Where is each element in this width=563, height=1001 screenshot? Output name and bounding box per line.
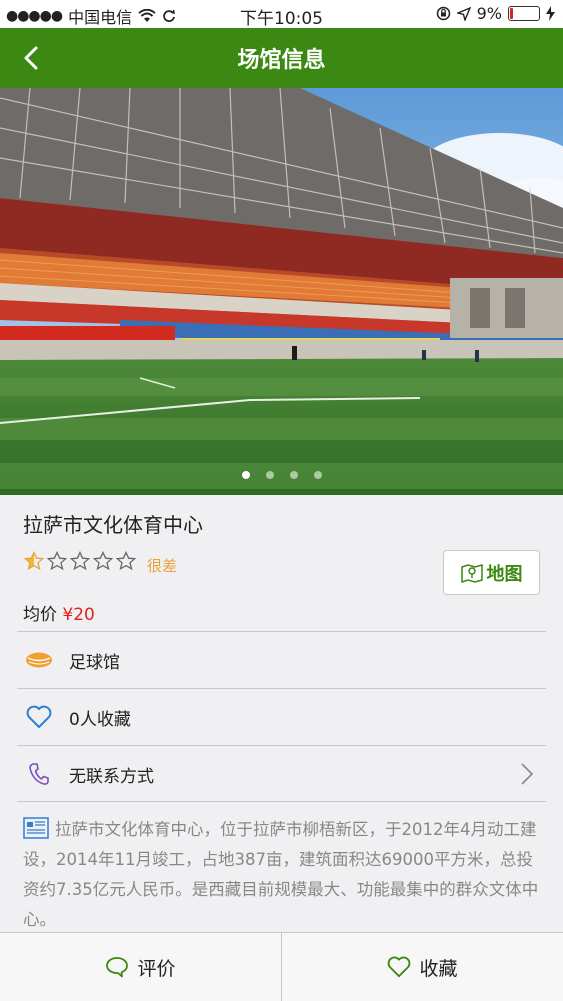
location-icon	[456, 6, 471, 21]
divider	[17, 801, 546, 802]
bottom-action-bar: 评价 收藏	[0, 932, 563, 1001]
star-empty-icon	[47, 551, 67, 571]
favorite-label: 收藏	[419, 957, 458, 980]
page-title: 场馆信息	[237, 48, 326, 73]
carousel-pager[interactable]	[0, 471, 563, 479]
map-button-label: 地图	[486, 563, 523, 585]
contact-row[interactable]: 无联系方式	[17, 745, 546, 802]
stadium-photo	[0, 88, 563, 495]
average-price: 均价 ¥20	[23, 600, 95, 625]
price-value: ¥20	[62, 605, 95, 625]
pager-dot[interactable]	[265, 471, 274, 479]
star-empty-icon	[116, 551, 136, 571]
favorite-button[interactable]: 收藏	[282, 933, 563, 1001]
star-empty-icon	[70, 551, 90, 571]
chevron-right-icon	[521, 763, 534, 785]
review-button[interactable]: 评价	[0, 933, 281, 1001]
nav-header: 场馆信息	[0, 28, 563, 88]
pager-dot[interactable]	[289, 471, 298, 479]
star-half-icon	[24, 551, 44, 571]
map-button[interactable]: 地图	[443, 550, 540, 595]
venue-type-row: 足球馆	[17, 631, 546, 688]
star-empty-icon	[93, 551, 113, 571]
rotation-lock-icon	[436, 6, 450, 21]
status-bar: ●●●●● 中国电信 下午10:05 9%	[0, 0, 563, 29]
battery-percent: 9%	[476, 4, 502, 23]
star-rating	[24, 551, 136, 571]
comment-icon	[106, 957, 129, 978]
favorites-count: 0人收藏	[69, 709, 131, 730]
pager-dot[interactable]	[313, 471, 322, 479]
venue-name: 拉萨市文化体育中心	[23, 513, 203, 537]
venue-info: 拉萨市文化体育中心 很差 地图 均价 ¥20 足球馆 0人收藏 无联系方式 拉萨…	[0, 495, 563, 932]
review-label: 评价	[137, 957, 176, 980]
phone-icon	[29, 763, 49, 785]
pager-dot[interactable]	[241, 471, 250, 479]
football-icon	[26, 652, 52, 668]
venue-photo-carousel[interactable]	[0, 88, 563, 495]
charging-icon	[546, 6, 555, 21]
document-icon	[23, 817, 49, 839]
description-text: 拉萨市文化体育中心，位于拉萨市柳梧新区，于2012年4月动工建设，2014年11…	[23, 820, 539, 929]
rating-label: 很差	[147, 557, 178, 575]
battery-icon	[508, 6, 540, 21]
map-icon	[460, 563, 483, 583]
favorites-row: 0人收藏	[17, 688, 546, 745]
venue-type: 足球馆	[69, 652, 120, 673]
heart-icon	[26, 705, 52, 728]
venue-description: 拉萨市文化体育中心，位于拉萨市柳梧新区，于2012年4月动工建设，2014年11…	[23, 815, 543, 935]
contact-info: 无联系方式	[69, 766, 154, 787]
price-label: 均价	[23, 605, 57, 625]
heart-icon	[388, 956, 411, 978]
